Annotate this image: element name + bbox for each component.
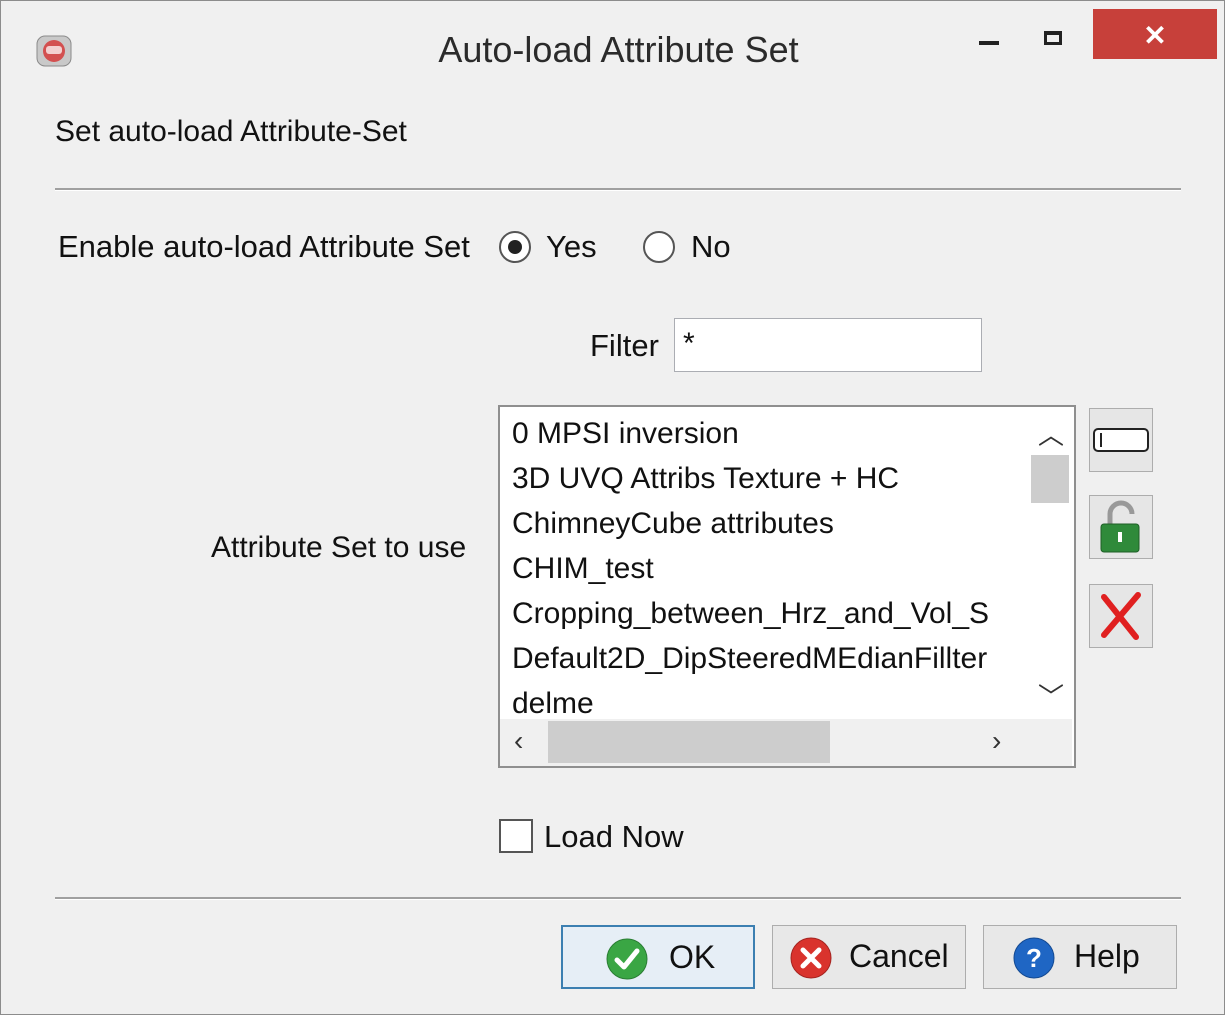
rename-button[interactable] bbox=[1089, 408, 1153, 472]
separator-bottom bbox=[55, 897, 1181, 900]
rename-icon bbox=[1093, 428, 1149, 452]
list-item[interactable]: ChimneyCube attributes bbox=[512, 507, 1027, 541]
dialog-window: Auto-load Attribute Set ✕ Set auto-load … bbox=[0, 0, 1225, 1015]
section-label: Set auto-load Attribute-Set bbox=[55, 115, 407, 148]
ok-label: OK bbox=[669, 939, 716, 975]
delete-icon bbox=[1101, 592, 1141, 640]
unlock-icon bbox=[1100, 500, 1140, 553]
minimize-icon bbox=[979, 41, 999, 45]
list-item[interactable]: 0 MPSI inversion bbox=[512, 417, 1027, 451]
radio-dot bbox=[508, 240, 522, 254]
attribute-set-label: Attribute Set to use bbox=[211, 531, 467, 564]
filter-input[interactable]: * bbox=[674, 318, 982, 372]
maximize-button[interactable] bbox=[1025, 9, 1083, 59]
yes-radio[interactable] bbox=[499, 231, 531, 263]
svg-text:?: ? bbox=[1026, 943, 1042, 973]
title-bar[interactable]: Auto-load Attribute Set ✕ bbox=[1, 1, 1224, 93]
help-button[interactable]: ? Help bbox=[983, 925, 1177, 989]
list-item[interactable]: Cropping_between_Hrz_and_Vol_S bbox=[512, 597, 1027, 631]
scroll-right-icon[interactable]: › bbox=[992, 725, 1001, 757]
yes-radio-label[interactable]: Yes bbox=[546, 229, 597, 265]
no-radio[interactable] bbox=[643, 231, 675, 263]
scroll-up-icon[interactable]: ︿ bbox=[1038, 415, 1064, 452]
list-item[interactable]: 3D UVQ Attribs Texture + HC bbox=[512, 462, 1027, 496]
vertical-scroll-thumb[interactable] bbox=[1031, 455, 1069, 503]
maximize-icon bbox=[1044, 31, 1062, 45]
horizontal-scrollbar[interactable]: ‹ › bbox=[500, 719, 1028, 766]
ok-button[interactable]: OK bbox=[561, 925, 755, 989]
close-button[interactable]: ✕ bbox=[1093, 9, 1217, 59]
minimize-button[interactable] bbox=[961, 9, 1019, 59]
list-item[interactable]: CHIM_test bbox=[512, 552, 1027, 586]
enable-autoload-label: Enable auto-load Attribute Set bbox=[58, 229, 470, 264]
load-now-label[interactable]: Load Now bbox=[544, 819, 684, 855]
no-radio-label[interactable]: No bbox=[691, 229, 731, 265]
scroll-left-icon[interactable]: ‹ bbox=[514, 725, 523, 757]
help-icon: ? bbox=[1013, 937, 1055, 979]
list-item[interactable]: delme bbox=[512, 687, 1027, 721]
attribute-set-list[interactable]: 0 MPSI inversion 3D UVQ Attribs Texture … bbox=[498, 405, 1076, 768]
delete-button[interactable] bbox=[1089, 584, 1153, 648]
scroll-corner bbox=[1028, 719, 1072, 766]
horizontal-scroll-thumb[interactable] bbox=[548, 721, 830, 763]
help-label: Help bbox=[1074, 938, 1140, 974]
check-icon bbox=[606, 938, 648, 980]
cancel-label: Cancel bbox=[849, 938, 949, 974]
filter-label: Filter bbox=[590, 328, 659, 363]
vertical-scrollbar[interactable]: ︿ ﹀ bbox=[1028, 407, 1072, 719]
cancel-button[interactable]: Cancel bbox=[772, 925, 966, 989]
close-icon: ✕ bbox=[1143, 20, 1167, 51]
list-item[interactable]: Default2D_DipSteeredMEdianFillter bbox=[512, 642, 1027, 676]
cancel-icon bbox=[790, 937, 832, 979]
load-now-checkbox[interactable] bbox=[499, 819, 533, 853]
separator-top bbox=[55, 188, 1181, 191]
unlock-button[interactable] bbox=[1089, 495, 1153, 559]
scroll-down-icon[interactable]: ﹀ bbox=[1038, 677, 1064, 714]
